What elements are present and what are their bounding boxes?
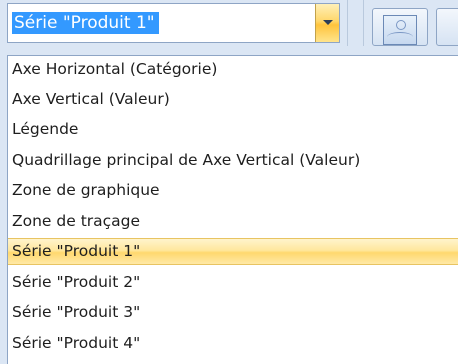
chart-element-selector[interactable]: Série "Produit 1"	[7, 3, 340, 43]
list-item[interactable]: Axe Horizontal (Catégorie)	[8, 56, 458, 83]
ribbon-divider	[363, 0, 364, 46]
list-item[interactable]: Zone de traçage	[8, 208, 458, 235]
list-item[interactable]: Série "Produit 2"	[8, 269, 458, 296]
list-item[interactable]: Zone de graphique	[8, 177, 458, 204]
list-item[interactable]: Série "Produit 4"	[8, 330, 458, 357]
list-item[interactable]: Quadrillage principal de Axe Vertical (V…	[8, 147, 458, 174]
list-item-selected[interactable]: Série "Produit 1"	[8, 238, 458, 265]
dropdown-button[interactable]	[315, 4, 339, 42]
chevron-down-icon	[323, 20, 333, 25]
chart-element-dropdown-list: Axe Horizontal (Catégorie) Axe Vertical …	[7, 55, 458, 364]
format-picture-button[interactable]	[372, 8, 428, 46]
list-item[interactable]: Série "Produit 3"	[8, 299, 458, 326]
chart-elements-panel: Série "Produit 1" Axe Horizontal (Catégo…	[0, 0, 458, 364]
picture-icon	[383, 15, 417, 45]
list-item[interactable]: Axe Vertical (Valeur)	[8, 86, 458, 113]
list-item[interactable]: Légende	[8, 116, 458, 143]
ribbon-button[interactable]	[436, 8, 458, 46]
chart-element-selector-value: Série "Produit 1"	[12, 12, 159, 34]
ribbon-divider	[347, 0, 348, 46]
